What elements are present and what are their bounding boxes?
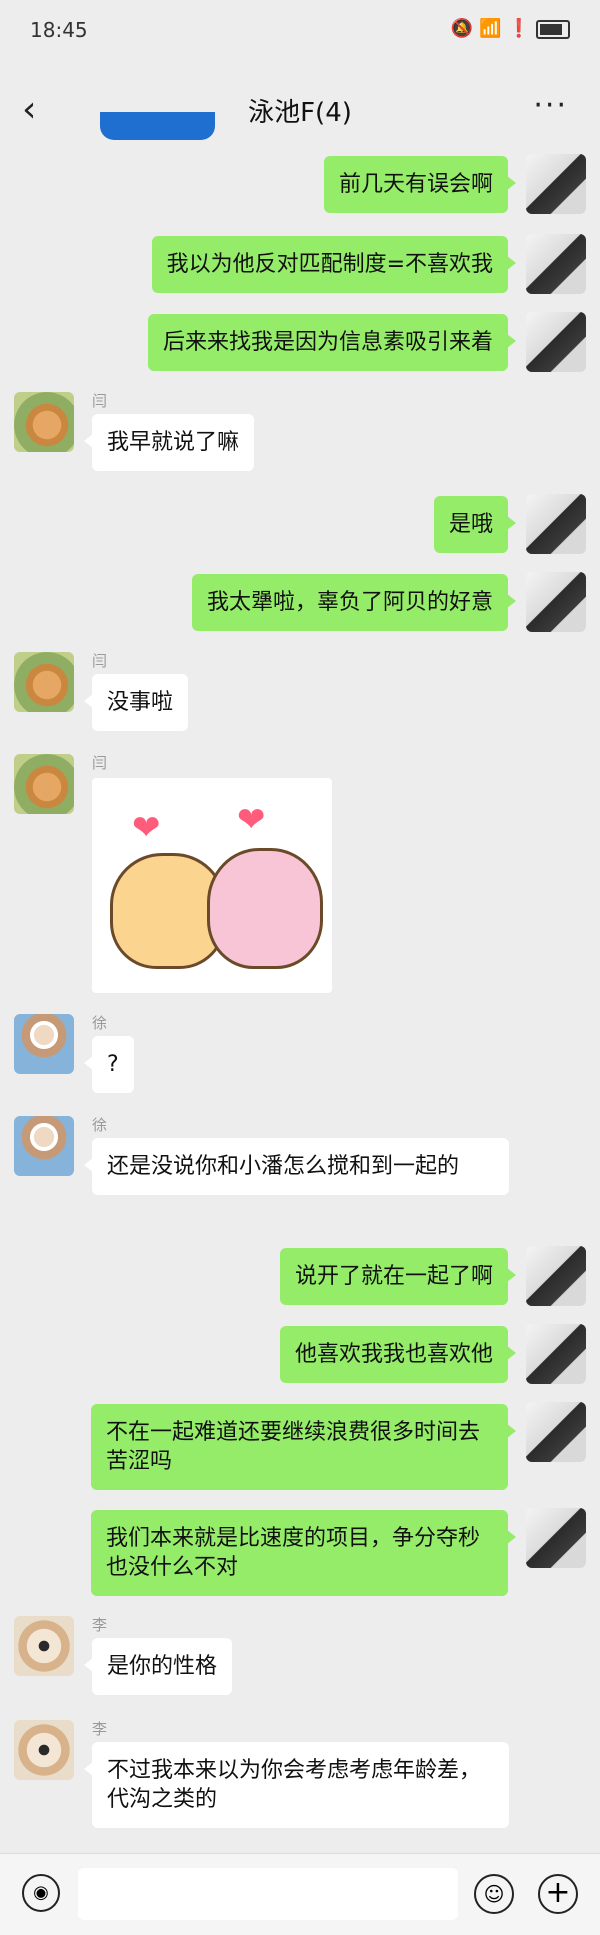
message-row: 闫 我早就说了嘛 xyxy=(0,390,600,480)
other-message-bubble[interactable]: 没事啦 xyxy=(83,674,189,731)
emoji-icon[interactable]: ☺ xyxy=(474,1874,514,1914)
sender-avatar-li[interactable] xyxy=(14,1720,74,1780)
status-icons: 🔕📶❗ xyxy=(451,18,570,39)
message-row: 闫 没事啦 xyxy=(0,650,600,740)
other-message-bubble[interactable]: 还是没说你和小潘怎么搅和到一起的 xyxy=(84,1138,509,1195)
message-row: 李 是你的性格 xyxy=(0,1614,600,1704)
pink-pig-figure xyxy=(207,848,323,969)
other-message-bubble[interactable]: 是你的性格 xyxy=(83,1638,233,1695)
my-message-bubble[interactable]: 我以为他反对匹配制度=不喜欢我 xyxy=(151,236,517,293)
other-message-bubble[interactable]: ? xyxy=(84,1036,134,1093)
my-message-bubble[interactable]: 不在一起难道还要继续浪费很多时间去苦涩吗 xyxy=(91,1404,516,1490)
my-avatar[interactable] xyxy=(526,1246,586,1306)
my-message-bubble[interactable]: 后来来找我是因为信息素吸引来着 xyxy=(147,314,517,371)
message-row: 我太犟啦，辜负了阿贝的好意 xyxy=(0,572,600,636)
battery-icon xyxy=(536,19,570,39)
my-message-bubble[interactable]: 前几天有误会啊 xyxy=(323,156,517,213)
voice-icon[interactable]: ◉ xyxy=(22,1874,60,1912)
mute-icon: 🔕 xyxy=(450,18,480,39)
alert-icon: ❗ xyxy=(507,18,536,39)
message-input[interactable] xyxy=(78,1868,458,1920)
sender-avatar-yan[interactable] xyxy=(14,754,74,814)
sender-avatar-xu[interactable] xyxy=(14,1014,74,1074)
message-row: 我以为他反对匹配制度=不喜欢我 xyxy=(0,234,600,298)
message-row: 李 不过我本来以为你会考虑考虑年龄差，代沟之类的 xyxy=(0,1718,600,1840)
chat-title: 泳池F(4) xyxy=(248,98,352,128)
my-message-bubble[interactable]: 说开了就在一起了啊 xyxy=(279,1248,517,1305)
my-avatar[interactable] xyxy=(526,1508,586,1568)
my-avatar[interactable] xyxy=(526,154,586,214)
sender-name: 李 xyxy=(92,1616,108,1634)
message-row: 徐 还是没说你和小潘怎么搅和到一起的 xyxy=(0,1114,600,1234)
my-avatar[interactable] xyxy=(526,1324,586,1384)
heart-icon: ❤ xyxy=(132,808,161,848)
my-avatar[interactable] xyxy=(526,494,586,554)
plus-icon[interactable]: + xyxy=(538,1874,578,1914)
message-row: 后来来找我是因为信息素吸引来着 xyxy=(0,312,600,376)
sender-name: 闫 xyxy=(92,652,108,670)
sender-name: 徐 xyxy=(92,1014,108,1032)
sender-avatar-li[interactable] xyxy=(14,1616,74,1676)
wifi-icon: 📶 xyxy=(479,18,508,39)
input-bar: ◉ ☺ + xyxy=(0,1853,600,1935)
my-avatar[interactable] xyxy=(526,1402,586,1462)
my-message-bubble[interactable]: 我太犟啦，辜负了阿贝的好意 xyxy=(191,574,517,631)
my-message-bubble[interactable]: 是哦 xyxy=(433,496,517,553)
my-avatar[interactable] xyxy=(526,572,586,632)
status-time: 18:45 xyxy=(30,18,88,42)
message-row: 他喜欢我我也喜欢他 xyxy=(0,1324,600,1388)
sender-avatar-xu[interactable] xyxy=(14,1116,74,1176)
my-message-bubble[interactable]: 他喜欢我我也喜欢他 xyxy=(279,1326,517,1383)
sender-avatar-yan[interactable] xyxy=(14,652,74,712)
pig-sticker-image[interactable]: ❤ ❤ xyxy=(92,778,332,993)
message-row: 说开了就在一起了啊 xyxy=(0,1246,600,1310)
sender-name: 闫 xyxy=(92,754,108,772)
message-row: 前几天有误会啊 xyxy=(0,154,600,218)
my-avatar[interactable] xyxy=(526,312,586,372)
message-row: 不在一起难道还要继续浪费很多时间去苦涩吗 xyxy=(0,1402,600,1494)
other-message-bubble[interactable]: 不过我本来以为你会考虑考虑年龄差，代沟之类的 xyxy=(84,1742,509,1828)
message-row: 我们本来就是比速度的项目，争分夺秒也没什么不对 xyxy=(0,1508,600,1600)
sender-name: 李 xyxy=(92,1720,108,1738)
heart-icon: ❤ xyxy=(237,800,266,840)
sender-name: 闫 xyxy=(92,392,108,410)
message-row: 徐 ? xyxy=(0,1012,600,1102)
other-message-bubble[interactable]: 我早就说了嘛 xyxy=(83,414,255,471)
sender-name: 徐 xyxy=(92,1116,108,1134)
my-message-bubble[interactable]: 我们本来就是比速度的项目，争分夺秒也没什么不对 xyxy=(91,1510,516,1596)
message-row: 闫 ❤ ❤ xyxy=(0,752,600,997)
more-dots-icon[interactable]: ··· xyxy=(533,88,568,123)
my-avatar[interactable] xyxy=(526,234,586,294)
status-bar: 18:45 🔕📶❗ xyxy=(0,0,600,62)
message-row: 是哦 xyxy=(0,494,600,558)
sender-avatar-yan[interactable] xyxy=(14,392,74,452)
